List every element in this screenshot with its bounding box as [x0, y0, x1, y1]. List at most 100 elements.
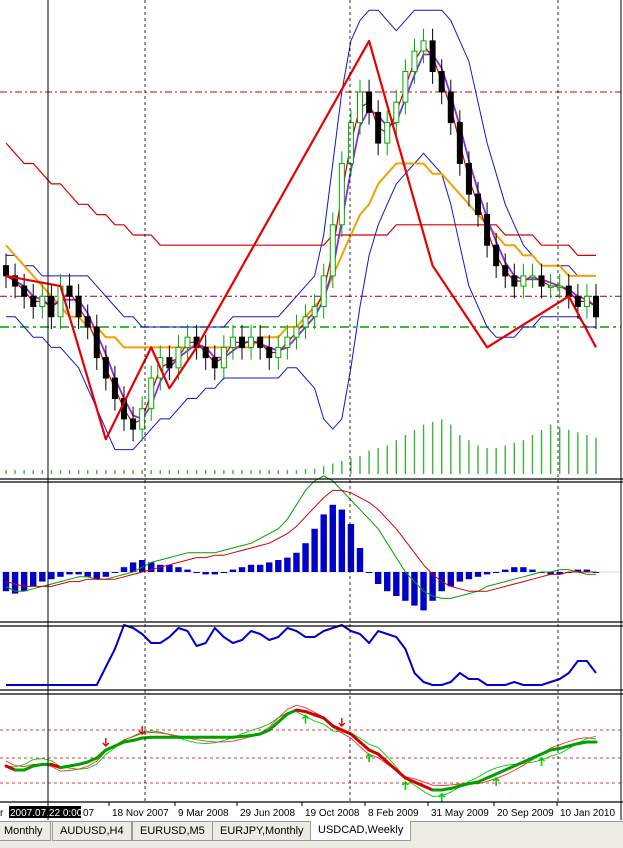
cursor-time-suffix: 07: [83, 808, 95, 819]
macd-histogram-bar: [20, 572, 28, 592]
candle-body: [293, 326, 300, 338]
tab-monthly[interactable]: Monthly: [0, 822, 51, 841]
macd-histogram-bar: [529, 569, 536, 572]
candle-body: [175, 346, 182, 369]
macd-histogram-bar: [293, 552, 300, 572]
candle-body: [220, 346, 227, 369]
tab-audusd-h4[interactable]: AUDUSD,H4: [52, 822, 132, 841]
x-tick-label: 31 May 2009: [431, 808, 489, 819]
oscillator-fast-red-line: [5, 704, 597, 786]
candle-body: [320, 275, 327, 308]
candle-body: [574, 295, 581, 308]
buy-arrow-icon: [492, 776, 500, 786]
macd-histogram-bar: [238, 567, 246, 572]
candle-body: [493, 244, 500, 267]
candle-body: [456, 122, 463, 164]
candle-body: [511, 275, 518, 287]
macd-histogram-bar: [502, 569, 509, 572]
oscillator-bear-segment: [394, 768, 407, 780]
candle-body: [529, 275, 536, 278]
candle-body: [547, 285, 554, 289]
x-tick-label-partial: r: [0, 808, 4, 819]
macd-histogram-bar: [266, 562, 273, 572]
candle-body: [593, 295, 599, 318]
candle-body: [111, 377, 118, 399]
macd-histogram-bar: [247, 564, 255, 572]
macd-histogram-bar: [48, 572, 55, 580]
tab-eurjpy-monthly[interactable]: EURJPY,Monthly: [212, 822, 312, 841]
x-tick-label: 20 Sep 2009: [497, 808, 554, 819]
candle-body: [229, 336, 236, 348]
cursor-time-label: 2007.07.22 0:00: [10, 808, 83, 819]
candle-body: [66, 285, 73, 297]
tab-eurusd-m5[interactable]: EURUSD,M5: [132, 822, 213, 841]
candle-body: [311, 306, 318, 318]
x-tick-label: 8 Feb 2009: [368, 808, 419, 819]
oscillator-panel[interactable]: [0, 704, 621, 802]
macd-histogram-bar: [75, 572, 82, 575]
candle-body: [520, 275, 527, 287]
macd-histogram-bar: [211, 572, 218, 575]
macd-histogram-bar: [356, 548, 364, 572]
candle-body: [248, 336, 255, 348]
macd-histogram-bar: [520, 567, 527, 572]
candle-body: [556, 285, 563, 289]
x-tick-label: 9 Mar 2008: [178, 808, 229, 819]
macd-histogram-bar: [402, 572, 409, 601]
buy-arrow-icon: [301, 714, 310, 724]
macd-panel[interactable]: [0, 475, 621, 611]
x-tick-label: 10 Jan 2010: [560, 808, 615, 819]
stochastic-panel[interactable]: [6, 624, 597, 686]
candle-body: [438, 71, 445, 93]
time-axis: 2007.07.22 0:00 07 r 18 Nov 2007 9 Mar 2008 2…: [0, 802, 615, 819]
candle-body: [30, 295, 37, 308]
macd-histogram-bar: [384, 572, 391, 592]
candle-body: [465, 162, 472, 195]
candle-body: [302, 316, 309, 328]
macd-histogram-bar: [30, 572, 37, 587]
sell-arrow-icon: [102, 738, 110, 747]
macd-histogram-bar: [365, 572, 373, 573]
candle-body: [166, 357, 173, 369]
tab-usdcad-weekly[interactable]: USDCAD,Weekly: [310, 821, 412, 841]
macd-histogram-bar: [447, 572, 454, 587]
x-tick-label: 29 Jun 2008: [240, 808, 295, 819]
candle-body: [583, 295, 590, 308]
buy-arrow-icon: [401, 780, 409, 790]
candle-body: [502, 265, 509, 277]
candle-body: [275, 346, 282, 359]
macd-histogram-bar: [302, 543, 309, 572]
candle-body: [411, 50, 418, 73]
candle-body: [357, 91, 363, 124]
candle-body: [257, 336, 264, 348]
price-chart[interactable]: 2007.07.22 0:00 07 r 18 Nov 2007 9 Mar 2008 2…: [0, 0, 623, 848]
bollinger-upper-line: [6, 9, 596, 328]
candle-body: [102, 357, 109, 379]
candle-body: [475, 193, 481, 216]
candle-body: [384, 122, 391, 144]
candle-body: [202, 346, 209, 359]
ma-orange-line: [5, 162, 596, 349]
candle-body: [211, 357, 218, 369]
macd-histogram-bar: [184, 569, 191, 572]
candle-body: [347, 122, 354, 164]
candle-body: [329, 224, 336, 277]
macd-histogram-bar: [483, 572, 491, 575]
buy-arrow-icon: [537, 756, 546, 766]
oscillator-fast-line: [5, 711, 597, 797]
candle-body: [447, 91, 454, 124]
macd-histogram-bar: [111, 572, 119, 573]
macd-histogram-bar: [474, 572, 482, 577]
macd-histogram-bar: [456, 572, 464, 582]
macd-histogram-bar: [320, 514, 327, 572]
candle-body: [402, 71, 409, 103]
candle-body: [148, 377, 155, 410]
candle-body: [266, 346, 273, 359]
macd-histogram-bar: [284, 557, 291, 572]
macd-histogram-bar: [102, 572, 110, 577]
macd-histogram-bar: [338, 509, 346, 572]
candle-body: [366, 91, 373, 113]
macd-histogram-bar: [511, 567, 518, 572]
candle-body: [184, 336, 191, 348]
main-price-panel[interactable]: [0, 9, 621, 474]
